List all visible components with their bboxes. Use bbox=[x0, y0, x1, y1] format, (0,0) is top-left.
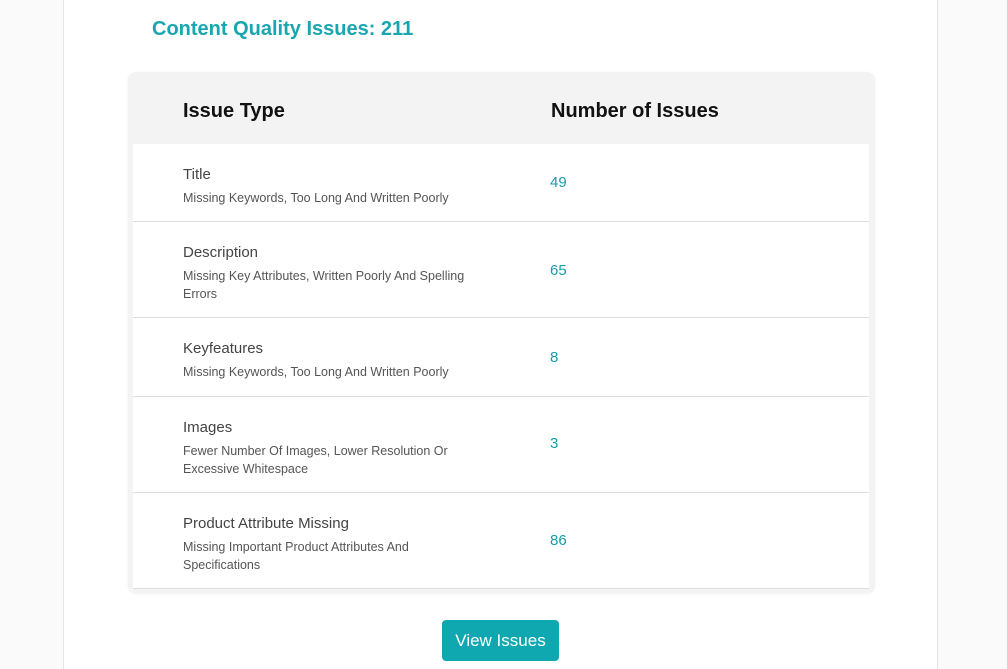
table-row: Product Attribute Missing Missing Import… bbox=[133, 493, 869, 589]
issue-count: 86 bbox=[550, 532, 567, 549]
issue-name: Product Attribute Missing bbox=[183, 515, 349, 532]
table-body: Title Missing Keywords, Too Long And Wri… bbox=[133, 144, 869, 589]
issue-count: 65 bbox=[550, 262, 567, 279]
issue-description: Missing Key Attributes, Written Poorly A… bbox=[183, 269, 465, 301]
issue-count: 49 bbox=[550, 174, 567, 191]
issue-description: Missing Keywords, Too Long And Written P… bbox=[183, 191, 449, 205]
issue-name: Title bbox=[183, 166, 211, 183]
table-row: Title Missing Keywords, Too Long And Wri… bbox=[133, 144, 869, 222]
header-issue-type: Issue Type bbox=[183, 100, 285, 122]
table-header: Issue Type Number of Issues bbox=[128, 72, 875, 144]
issue-count: 8 bbox=[550, 349, 559, 366]
issue-description: Missing Important Product Attributes And… bbox=[183, 540, 409, 572]
issue-description: Missing Keywords, Too Long And Written P… bbox=[183, 365, 449, 379]
view-issues-button[interactable]: View Issues bbox=[442, 620, 559, 661]
issue-count: 3 bbox=[550, 435, 559, 452]
table-row: Images Fewer Number Of Images, Lower Res… bbox=[133, 397, 869, 493]
header-number-of-issues: Number of Issues bbox=[551, 100, 719, 122]
table-row: Keyfeatures Missing Keywords, Too Long A… bbox=[133, 318, 869, 397]
issue-name: Keyfeatures bbox=[183, 340, 264, 357]
table-row: Description Missing Key Attributes, Writ… bbox=[133, 222, 869, 318]
issue-name: Description bbox=[183, 244, 259, 261]
content-quality-heading: Content Quality Issues: 211 bbox=[152, 18, 414, 40]
issues-table: Issue Type Number of Issues Title Missin… bbox=[128, 72, 875, 593]
content-panel: Content Quality Issues: 211 Issue Type N… bbox=[63, 0, 938, 669]
issue-name: Images bbox=[183, 419, 233, 436]
issue-description: Fewer Number Of Images, Lower Resolution… bbox=[183, 444, 448, 476]
